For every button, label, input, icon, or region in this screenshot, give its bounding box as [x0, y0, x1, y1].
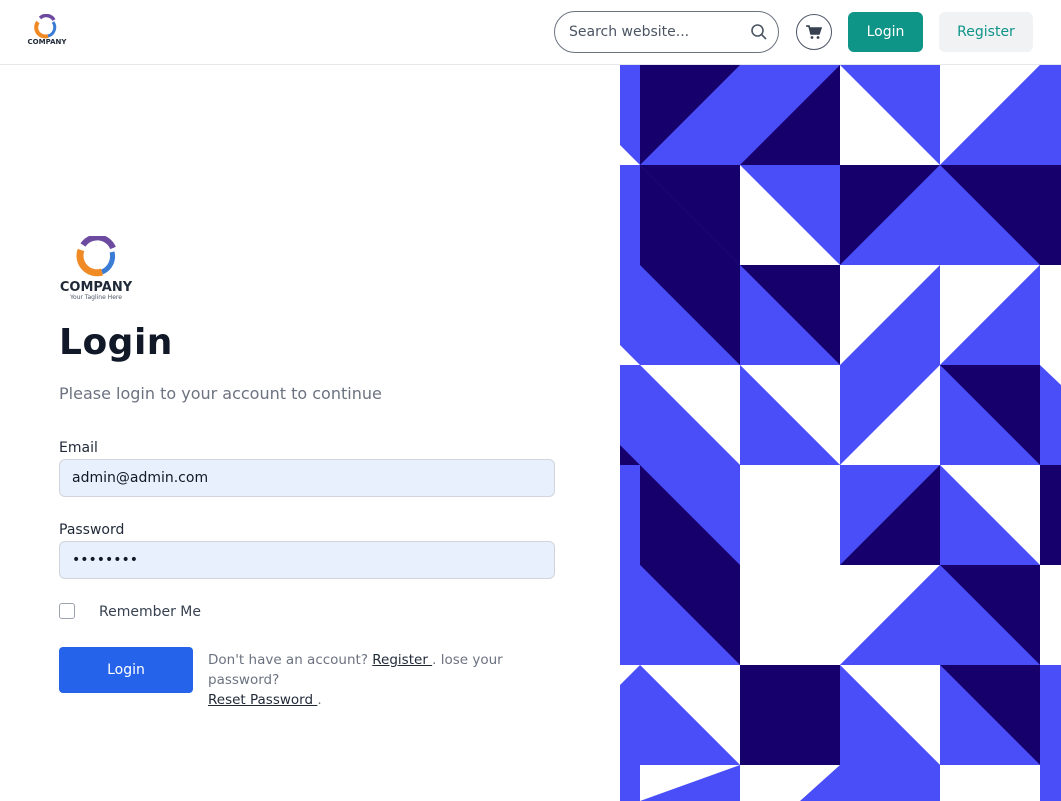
search-input[interactable]: [569, 12, 739, 52]
company-logo[interactable]: COMPANY: [26, 14, 68, 48]
email-field[interactable]: [59, 459, 555, 497]
cart-icon: [806, 25, 823, 39]
form-logo-tagline: Your Tagline Here: [69, 294, 122, 301]
geometric-pattern-image: [620, 65, 1061, 801]
search-icon[interactable]: [750, 23, 768, 41]
no-account-text: Don't have an account?: [208, 652, 373, 668]
password-label: Password: [59, 522, 125, 538]
form-logo-text: COMPANY: [60, 280, 133, 295]
logo-text: COMPANY: [28, 38, 68, 46]
password-field[interactable]: [59, 541, 555, 579]
cart-button[interactable]: [796, 14, 832, 50]
reset-password-link[interactable]: Reset Password: [208, 692, 317, 708]
remember-me-checkbox[interactable]: [59, 603, 75, 619]
account-help-text: Don't have an account? Register . lose y…: [208, 650, 558, 710]
search-box: [554, 11, 779, 53]
decorative-pattern: [620, 65, 1061, 801]
page-subtitle: Please login to your account to continue: [59, 384, 382, 403]
end-text: .: [317, 692, 322, 708]
page-title: Login: [59, 322, 173, 363]
register-link[interactable]: Register: [372, 652, 432, 668]
login-submit-button[interactable]: Login: [59, 647, 193, 693]
email-label: Email: [59, 440, 98, 456]
header-register-button[interactable]: Register: [939, 12, 1033, 52]
form-company-logo: COMPANY Your Tagline Here: [58, 236, 136, 302]
remember-me-label: Remember Me: [99, 604, 201, 620]
header-login-button[interactable]: Login: [848, 12, 923, 52]
top-navbar: COMPANY Login Register: [0, 0, 1061, 65]
